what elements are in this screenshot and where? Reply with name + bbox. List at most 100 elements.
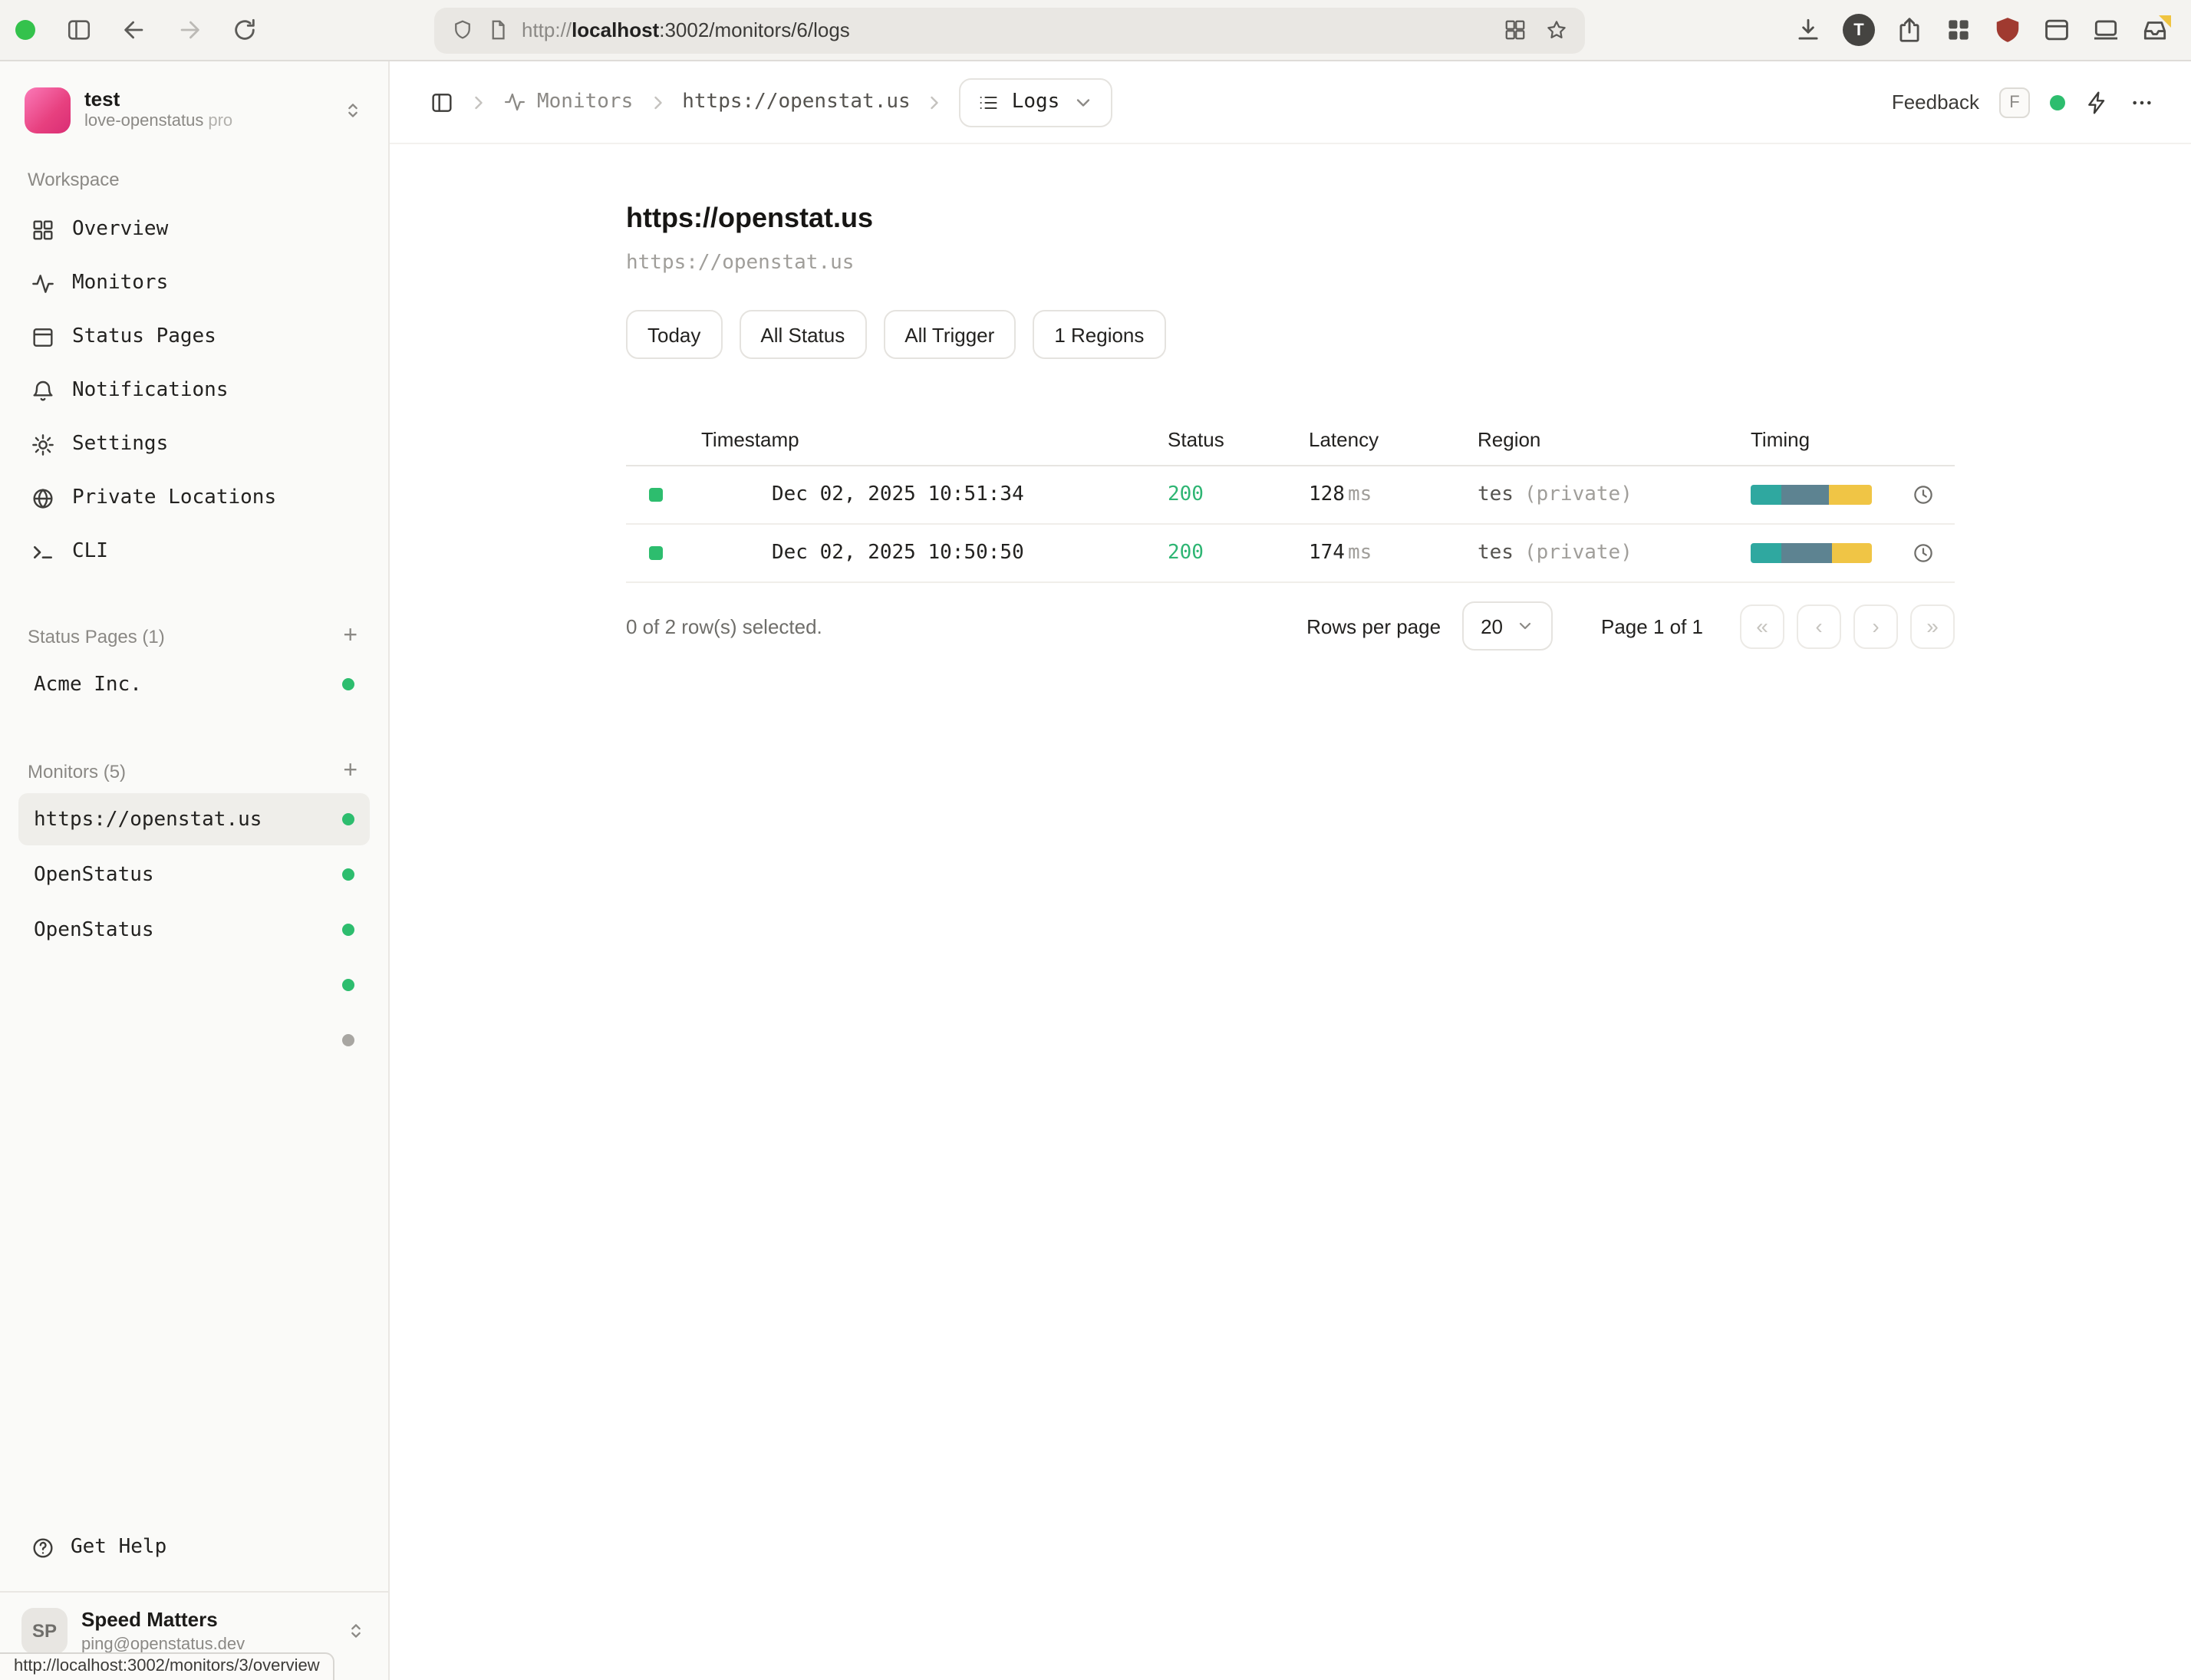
downloads-tray-icon[interactable]	[2140, 15, 2170, 44]
sidebar-item-overview[interactable]: Overview	[18, 203, 370, 256]
table-footer: 0 of 2 row(s) selected. Rows per page 20…	[626, 601, 1955, 651]
download-icon[interactable]	[1794, 15, 1823, 44]
rows-per-page-label: Rows per page	[1306, 614, 1441, 637]
bookmark-star-icon[interactable]	[1545, 18, 1568, 41]
panel-top-icon	[31, 324, 55, 349]
monitor-label: https://openstat.us	[34, 808, 262, 831]
content: https://openstat.us https://openstat.us …	[626, 144, 1955, 651]
chevron-right-icon	[924, 91, 946, 113]
table-row[interactable]: Dec 02, 2025 10:50:50 200 174ms tes(priv…	[626, 525, 1955, 583]
url-text[interactable]: http://localhost:3002/monitors/6/logs	[522, 18, 850, 41]
column-header[interactable]: Timing	[1751, 428, 1892, 451]
chevron-right-icon	[647, 91, 668, 113]
table-row[interactable]: Dec 02, 2025 10:51:34 200 128ms tes(priv…	[626, 466, 1955, 525]
shield-icon[interactable]	[451, 18, 474, 41]
page-icon[interactable]	[486, 18, 509, 41]
column-header[interactable]: Timestamp	[687, 428, 1168, 451]
sidebar-item-label: CLI	[72, 540, 108, 563]
status-pulse-dot[interactable]	[2050, 94, 2065, 110]
traffic-light-green[interactable]	[15, 20, 35, 40]
previous-page-button[interactable]: ‹	[1797, 604, 1841, 648]
monitor-item[interactable]: OpenStatus	[18, 848, 370, 901]
chevron-right-icon	[468, 91, 489, 113]
column-header[interactable]: Latency	[1309, 428, 1478, 451]
list-icon	[978, 91, 1000, 113]
devices-icon[interactable]	[2091, 15, 2120, 44]
table-header-row: Timestamp Status Latency Region Timing	[626, 414, 1955, 466]
chevrons-up-down-icon	[345, 1621, 367, 1642]
panel-toggle-icon[interactable]	[430, 90, 454, 114]
page-size-select[interactable]: 20	[1462, 601, 1552, 651]
monitor-item[interactable]: https://openstat.us	[18, 793, 370, 845]
breadcrumb-monitors[interactable]: Monitors	[503, 91, 633, 114]
column-header[interactable]: Region	[1478, 428, 1751, 451]
filter-date-button[interactable]: Today	[626, 310, 722, 359]
filter-regions-button[interactable]: 1 Regions	[1033, 310, 1165, 359]
clock-icon[interactable]	[1892, 483, 1955, 506]
rows-selected-text: 0 of 2 row(s) selected.	[626, 614, 822, 637]
more-options-icon[interactable]	[2130, 90, 2154, 114]
logs-view-dropdown[interactable]: Logs	[960, 77, 1112, 127]
app: test love-openstatuspro Workspace Overvi…	[0, 61, 2191, 1680]
sidebar-item-monitors[interactable]: Monitors	[18, 256, 370, 310]
last-page-button[interactable]: »	[1910, 604, 1955, 648]
status-dot	[342, 868, 354, 881]
timing-segment-dns	[1751, 543, 1781, 563]
profile-badge[interactable]: T	[1843, 14, 1875, 46]
workspace-name: test	[84, 87, 232, 113]
status-ok-square	[649, 546, 663, 560]
monitor-label: OpenStatus	[34, 918, 154, 941]
next-page-button[interactable]: ›	[1853, 604, 1898, 648]
browser-toolbar-icons: T	[1794, 14, 2176, 46]
screen: http://localhost:3002/monitors/6/logs T	[0, 0, 2191, 1680]
extensions-grid-icon[interactable]	[1944, 15, 1973, 44]
workspace-section-label: Workspace	[28, 169, 361, 190]
activity-icon	[503, 91, 526, 114]
timestamp-cell: Dec 02, 2025 10:50:50	[687, 542, 1168, 565]
status-dot	[342, 813, 354, 825]
first-page-button[interactable]: «	[1740, 604, 1784, 648]
sidebar-item-status-pages[interactable]: Status Pages	[18, 310, 370, 364]
monitor-item[interactable]	[18, 959, 370, 1011]
reader-grid-icon[interactable]	[1504, 18, 1527, 41]
ublock-shield-icon[interactable]	[1993, 15, 2022, 44]
filter-trigger-button[interactable]: All Trigger	[883, 310, 1016, 359]
browser-status-bar: http://localhost:3002/monitors/3/overvie…	[0, 1652, 335, 1680]
add-monitor-button[interactable]: +	[340, 759, 361, 784]
sidebar-item-settings[interactable]: Settings	[18, 417, 370, 471]
status-page-item[interactable]: Acme Inc.	[18, 658, 370, 710]
share-icon[interactable]	[1895, 15, 1924, 44]
clock-icon[interactable]	[1892, 542, 1955, 565]
workspace-plan: pro	[208, 113, 232, 131]
feedback-link[interactable]: Feedback	[1892, 91, 1979, 114]
get-help-link[interactable]: Get Help	[18, 1517, 370, 1579]
latency-cell: 128ms	[1309, 483, 1478, 506]
filter-status-button[interactable]: All Status	[739, 310, 866, 359]
sidebar-item-label: Monitors	[72, 272, 168, 295]
gear-icon	[31, 432, 55, 456]
reload-icon[interactable]	[224, 10, 264, 50]
breadcrumb-monitor-url[interactable]: https://openstat.us	[682, 91, 910, 114]
sidebar-item-label: Status Pages	[72, 325, 216, 348]
sidebar-item-notifications[interactable]: Notifications	[18, 364, 370, 417]
user-avatar: SP	[21, 1609, 68, 1655]
sidebar-toggle-icon[interactable]	[58, 10, 98, 50]
add-status-page-button[interactable]: +	[340, 624, 361, 649]
workspace-switcher[interactable]: test love-openstatuspro	[18, 77, 370, 144]
timing-cell	[1751, 485, 1892, 505]
url-bar[interactable]: http://localhost:3002/monitors/6/logs	[434, 7, 1585, 53]
monitor-item[interactable]: OpenStatus	[18, 904, 370, 956]
forward-icon[interactable]	[169, 10, 209, 50]
column-header[interactable]: Status	[1168, 428, 1309, 451]
timing-bar	[1751, 485, 1872, 505]
status-dot	[342, 678, 354, 690]
sidebar-item-private-locations[interactable]: Private Locations	[18, 471, 370, 525]
lightning-icon[interactable]	[2085, 90, 2110, 114]
status-cell: 200	[1168, 542, 1309, 565]
monitor-label: OpenStatus	[34, 863, 154, 886]
window-icon[interactable]	[2042, 15, 2071, 44]
back-icon[interactable]	[114, 10, 153, 50]
sidebar-item-cli[interactable]: CLI	[18, 525, 370, 578]
url-scheme: http://	[522, 18, 572, 41]
monitor-item[interactable]	[18, 1014, 370, 1066]
